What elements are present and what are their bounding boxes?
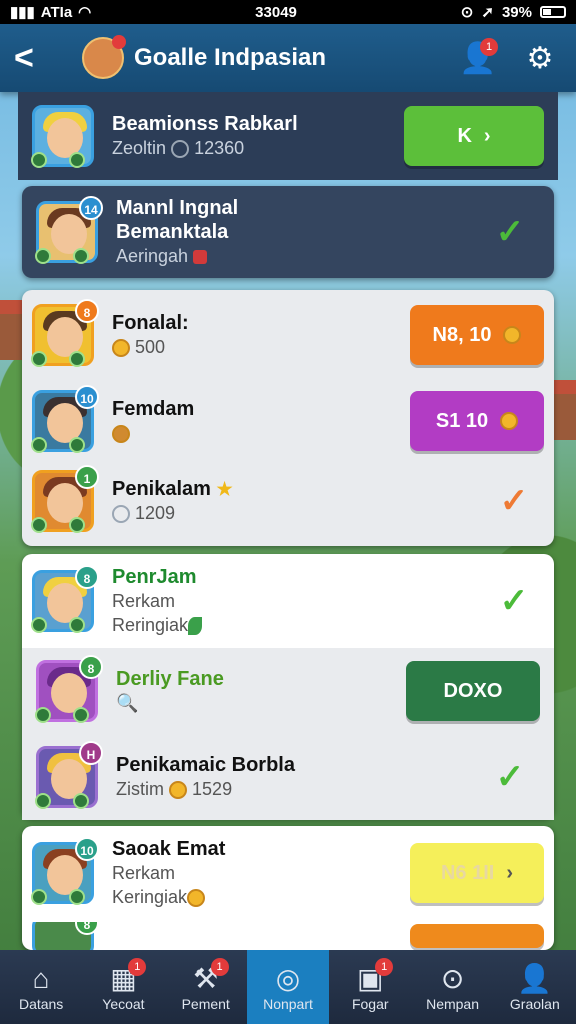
back-button[interactable]: < xyxy=(14,39,54,78)
action-button[interactable]: K › xyxy=(404,106,544,166)
nav-item-compass[interactable]: ◎ Nonpart xyxy=(246,950,330,1024)
player-name: Fonalal: xyxy=(112,312,189,334)
carrier-label: ATIa xyxy=(40,3,73,21)
coin-icon xyxy=(169,781,188,800)
action-button[interactable]: S1 10 xyxy=(410,391,544,451)
player-avatar: 10 xyxy=(31,385,99,453)
player-avatar xyxy=(31,105,94,168)
settings-gear-icon[interactable]: ⚙ xyxy=(518,36,562,80)
nav-badge: 1 xyxy=(210,958,229,976)
ribbon-icon xyxy=(193,250,208,265)
player-name: Saoak Emat xyxy=(112,838,226,860)
profile-icon: 👤 xyxy=(517,963,553,994)
nav-item-map[interactable]: ▦ 1 Yecoat xyxy=(82,950,164,1024)
nav-badge: 1 xyxy=(128,958,147,976)
coin-icon xyxy=(187,889,206,908)
list-item[interactable]: 8 Fonalal: 500 N8, 10 xyxy=(18,292,558,378)
wifi-icon: ◠ xyxy=(78,4,92,21)
player-sub: Rerkam xyxy=(112,863,176,883)
nav-item-bag[interactable]: ▣ 1 Fogar xyxy=(329,950,411,1024)
compass-icon: ◎ xyxy=(275,963,301,994)
player-avatar: 10 xyxy=(31,837,99,905)
chevron-right-icon: › xyxy=(506,861,514,884)
player-avatar: 8 xyxy=(31,565,99,633)
action-button[interactable] xyxy=(410,924,544,948)
bottom-nav: ⌂ Datans ▦ 1 Yecoat ⚒ 1 Pement ◎ Nonpart… xyxy=(0,950,576,1024)
player-sub: Aeringah xyxy=(116,244,480,268)
player-name: Beamionss Rabkarl xyxy=(112,113,298,135)
clock-icon xyxy=(112,505,130,524)
nav-item-tools[interactable]: ⚒ 1 Pement xyxy=(165,950,247,1024)
search-icon: 🔍 xyxy=(116,693,139,713)
nav-badge: 1 xyxy=(375,958,394,976)
player-name: Penikamaic Borbla xyxy=(116,754,295,776)
battery-label: 39% xyxy=(501,3,532,21)
signal-icon: ▮▮▮ xyxy=(10,4,35,21)
lock-icon: ⊙ xyxy=(460,4,474,21)
nav-item-target[interactable]: ⊙ Nempan xyxy=(411,950,493,1024)
player-avatar: 8 xyxy=(32,922,99,950)
player-sub: 500 xyxy=(112,335,410,359)
action-button[interactable]: DOXO xyxy=(406,661,540,721)
check-icon: ✓ xyxy=(499,582,529,620)
list-item[interactable]: 14 Mannl Ingnal Bemanktala Aeringah ✓ xyxy=(22,186,554,278)
page-title: Goalle Indpasian xyxy=(134,44,327,71)
player-sub: Zeoltin 12360 xyxy=(112,138,245,159)
player-name: Penikalam ★ xyxy=(112,478,233,500)
check-icon: ✓ xyxy=(495,213,525,251)
battery-icon xyxy=(539,6,566,18)
coin-icon xyxy=(500,412,519,430)
player-name: Derliy Fane xyxy=(116,668,224,690)
player-avatar[interactable] xyxy=(82,35,126,79)
star-icon: ★ xyxy=(216,479,233,499)
list-item[interactable]: Beamionss Rabkarl Zeoltin 12360 K › xyxy=(18,92,558,180)
clock-label: 33049 xyxy=(255,3,297,21)
player-sub: 1209 xyxy=(112,501,484,525)
player-sub xyxy=(112,421,410,445)
status-bar: ▮▮▮ ATIa ◠ 33049 ⊙ ➚ 39% xyxy=(0,0,576,24)
target-icon: ⊙ xyxy=(440,963,465,994)
list-item[interactable]: 10 Femdam S1 10 xyxy=(18,378,558,464)
notification-dot xyxy=(112,35,126,49)
home-icon: ⌂ xyxy=(32,963,50,994)
coin-icon xyxy=(112,425,130,444)
check-icon: ✓ xyxy=(499,482,529,520)
list-item[interactable]: 8 PenrJam Rerkam Reringiak ✓ xyxy=(18,558,558,644)
clock-icon xyxy=(171,140,190,159)
location-icon: ➚ xyxy=(481,4,494,21)
player-sub-line2: Reringiak xyxy=(112,613,484,637)
player-avatar: 14 xyxy=(35,196,103,264)
list-item[interactable]: 8 Derliy Fane 🔍 DOXO xyxy=(22,648,554,734)
leaf-icon xyxy=(188,617,203,636)
coin-icon xyxy=(112,339,130,358)
friends-badge: 1 xyxy=(480,38,498,56)
player-name: Femdam xyxy=(112,398,195,420)
player-list: Beamionss Rabkarl Zeoltin 12360 K › 14 Ma… xyxy=(18,92,558,950)
player-avatar: 8 xyxy=(35,655,103,723)
player-name-line2: Bemanktala xyxy=(116,221,229,243)
player-avatar: 8 xyxy=(31,299,99,367)
list-item[interactable]: H Penikamaic Borbla Zistim 1529 ✓ xyxy=(22,734,554,820)
player-name: Mannl Ingnal xyxy=(116,197,239,219)
list-item[interactable]: 1 Penikalam ★ 1209 ✓ xyxy=(18,458,558,544)
player-avatar: H xyxy=(35,741,103,809)
player-sub: 🔍 xyxy=(116,691,406,715)
nav-item-home[interactable]: ⌂ Datans xyxy=(0,950,82,1024)
player-sub-line2: Keringiak xyxy=(112,885,410,909)
player-sub: Rerkam xyxy=(112,591,176,611)
coin-icon xyxy=(503,326,522,344)
player-sub: Zistim 1529 xyxy=(116,779,233,800)
check-icon: ✓ xyxy=(495,758,525,796)
friends-icon[interactable]: 👤 1 xyxy=(456,36,500,80)
nav-item-profile[interactable]: 👤 Graolan xyxy=(494,950,576,1024)
action-button[interactable]: N8, 10 xyxy=(410,305,544,365)
action-button[interactable]: N6 1II › xyxy=(410,843,544,903)
chevron-right-icon: › xyxy=(483,124,491,147)
player-avatar: 1 xyxy=(31,465,99,533)
list-item[interactable]: 8 xyxy=(18,922,558,950)
list-item[interactable]: 10 Saoak Emat Rerkam Keringiak N6 1II › xyxy=(18,830,558,916)
app-header: < Goalle Indpasian 👤 1 ⚙ xyxy=(0,24,576,92)
player-name: PenrJam xyxy=(112,566,197,588)
